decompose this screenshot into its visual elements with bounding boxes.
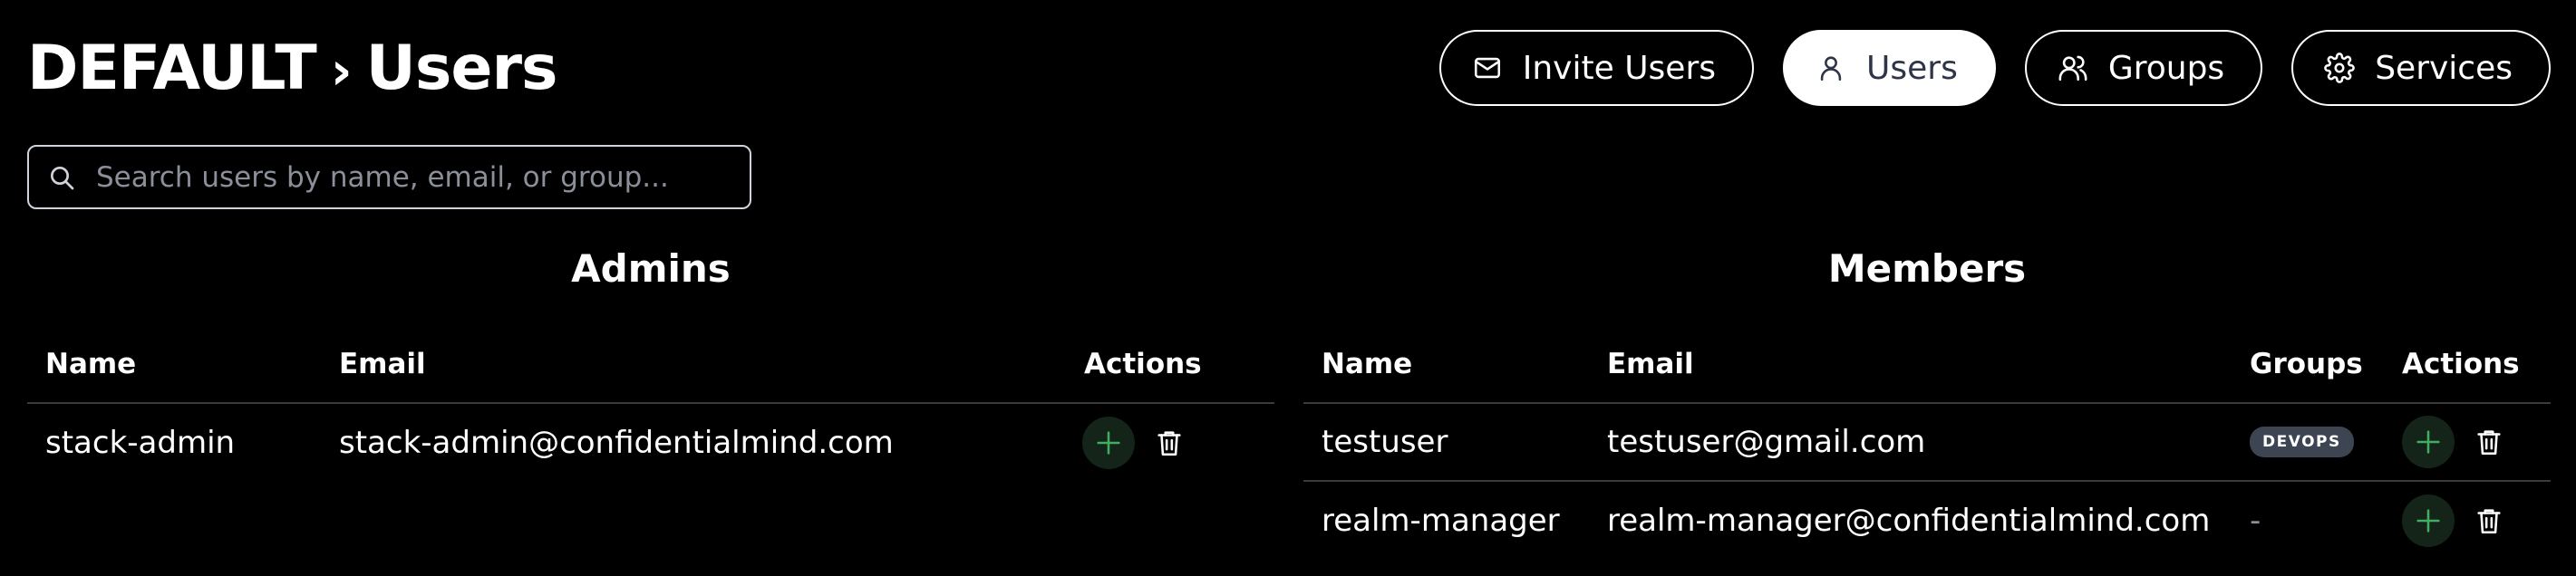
invite-users-button[interactable]: Invite Users: [1438, 30, 1755, 106]
gear-icon: [2324, 53, 2355, 83]
members-column-groups: Groups: [2250, 348, 2363, 380]
trash-icon: [1157, 431, 1181, 456]
admins-column-email[interactable]: Email: [339, 335, 426, 402]
user-email: testuser@gmail.com: [1607, 424, 1926, 460]
trash-icon: [2477, 430, 2501, 456]
admins-table: Name Email Actions stack-admin stack-adm…: [27, 335, 1274, 482]
plus-icon: [1097, 431, 1120, 455]
table-row: testuser testuser@gmail.com DEVOPS: [1303, 404, 2551, 482]
members-table-header: Name Email Groups Actions: [1303, 335, 2551, 404]
groups-button[interactable]: Groups: [2024, 30, 2263, 106]
user-name: stack-admin: [45, 425, 236, 461]
page-title: Users: [365, 33, 558, 104]
mail-icon: [1474, 57, 1500, 79]
members-table: Name Email Groups Actions testuser testu…: [1303, 335, 2551, 560]
breadcrumb-separator: ›: [330, 40, 353, 101]
search-box: [27, 145, 751, 209]
search-icon: [51, 166, 74, 189]
users-label: Users: [1866, 49, 1958, 87]
table-row: realm-manager realm-manager@confidential…: [1303, 482, 2551, 560]
members-section-title: Members: [1827, 246, 2027, 291]
plus-icon: [2416, 509, 2440, 533]
user-name: realm-manager: [1322, 503, 1560, 539]
user-name: testuser: [1322, 424, 1448, 460]
trash-icon: [2477, 509, 2501, 534]
user-groups: DEVOPS: [2250, 404, 2354, 480]
add-to-group-button[interactable]: [1082, 417, 1135, 469]
admins-section-title: Admins: [571, 246, 731, 291]
delete-user-button[interactable]: [2471, 424, 2507, 460]
groups-label: Groups: [2107, 49, 2225, 87]
row-actions: [1082, 404, 1187, 482]
members-column-name[interactable]: Name: [1322, 335, 1412, 402]
admins-column-name[interactable]: Name: [45, 335, 136, 402]
plus-icon: [2416, 430, 2440, 454]
add-to-group-button[interactable]: [2402, 494, 2455, 547]
row-actions: [2402, 482, 2507, 560]
users-group-icon: [2058, 55, 2087, 82]
table-row: stack-admin stack-admin@confidentialmind…: [27, 404, 1274, 482]
user-email: realm-manager@confidentialmind.com: [1607, 503, 2211, 539]
members-column-email[interactable]: Email: [1607, 335, 1694, 402]
group-badge: DEVOPS: [2250, 427, 2354, 457]
delete-user-button[interactable]: [2471, 503, 2507, 539]
search-input[interactable]: [94, 159, 732, 195]
admins-column-actions: Actions: [1084, 348, 1202, 380]
user-groups-empty: -: [2250, 503, 2261, 539]
top-nav: Invite Users Users Groups Services: [1438, 30, 2551, 106]
breadcrumb: DEFAULT › Users: [27, 33, 557, 107]
members-column-actions: Actions: [2402, 348, 2520, 380]
delete-user-button[interactable]: [1151, 425, 1187, 461]
row-actions: [2402, 404, 2507, 480]
breadcrumb-realm[interactable]: DEFAULT: [27, 33, 317, 104]
services-label: Services: [2375, 49, 2513, 87]
services-button[interactable]: Services: [2291, 30, 2551, 106]
users-button[interactable]: Users: [1783, 30, 1996, 106]
invite-users-label: Invite Users: [1522, 49, 1717, 87]
user-icon: [1820, 56, 1842, 82]
user-email: stack-admin@confidentialmind.com: [339, 425, 894, 461]
admins-table-header: Name Email Actions: [27, 335, 1274, 404]
add-to-group-button[interactable]: [2402, 416, 2455, 468]
